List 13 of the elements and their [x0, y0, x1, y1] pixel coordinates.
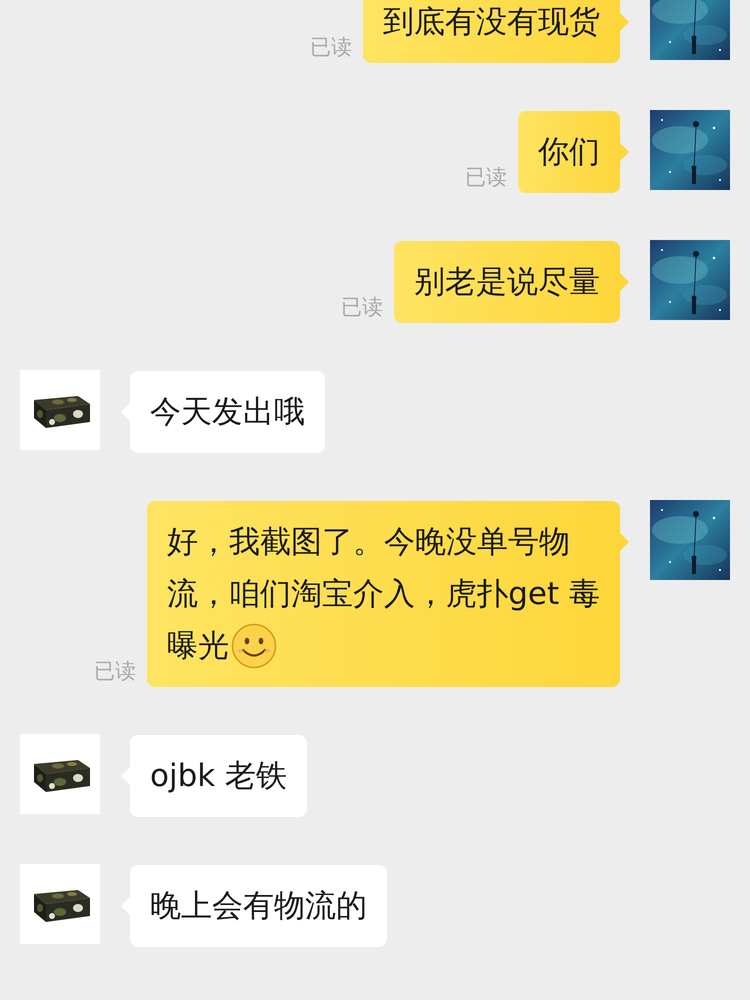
message-text: 到底有没有现货: [383, 3, 600, 42]
message-text: 晚上会有物流的: [150, 887, 367, 926]
message-text: 今天发出哦: [150, 393, 305, 432]
message-text: 好，我截图了。今晚没单号物: [167, 523, 570, 562]
read-receipt: 已读: [94, 658, 136, 685]
message-text: ojbk 老铁: [150, 757, 288, 796]
message-text: 曝光: [167, 627, 230, 666]
message-text: 别老是说尽量: [414, 263, 600, 302]
read-receipt: 已读: [341, 294, 383, 321]
message-text: 你们: [538, 133, 600, 172]
read-receipt: 已读: [310, 34, 352, 61]
message-text: 流，咱们淘宝介入，虎扑get 毒: [167, 575, 600, 614]
read-receipt: 已读: [465, 164, 507, 191]
